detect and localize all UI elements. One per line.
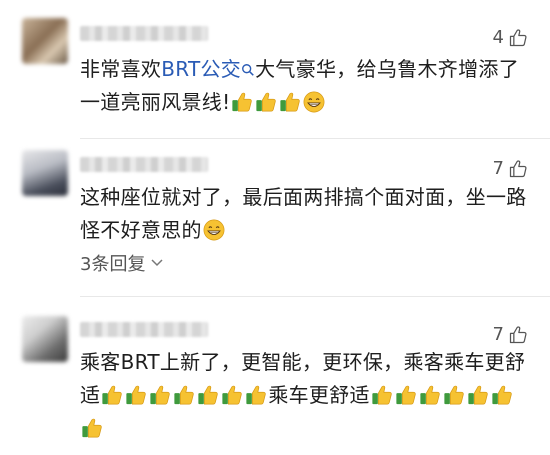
- divider: [80, 296, 550, 297]
- avatar[interactable]: [22, 150, 68, 196]
- thumbs-up-emoji: [125, 384, 147, 406]
- thumbs-up-emoji: [231, 91, 253, 113]
- brt-link[interactable]: BRT公交: [161, 57, 255, 81]
- chevron-down-icon: [151, 259, 163, 267]
- thumbs-up-emoji: [197, 384, 219, 406]
- avatar[interactable]: [22, 18, 68, 64]
- like-button[interactable]: 7: [493, 158, 528, 179]
- grinning-emoji: [203, 219, 225, 241]
- thumbs-up-emoji: [491, 384, 513, 406]
- thumb-outline-icon[interactable]: [508, 325, 528, 345]
- thumbs-up-emoji: [467, 384, 489, 406]
- thumbs-up-emoji: [255, 91, 277, 113]
- username-blurred[interactable]: [80, 322, 208, 337]
- thumbs-up-emoji: [419, 384, 441, 406]
- avatar[interactable]: [22, 316, 68, 362]
- replies-link[interactable]: 3条回复: [80, 250, 163, 276]
- thumbs-up-emoji: [395, 384, 417, 406]
- thumbs-up-emoji: [245, 384, 267, 406]
- thumb-outline-icon[interactable]: [508, 159, 528, 179]
- grinning-emoji: [303, 91, 325, 113]
- thumbs-up-emoji: [371, 384, 393, 406]
- username-blurred[interactable]: [80, 26, 208, 41]
- thumbs-up-emoji: [443, 384, 465, 406]
- thumb-outline-icon[interactable]: [508, 28, 528, 48]
- like-button[interactable]: 4: [493, 27, 528, 48]
- thumbs-up-emoji: [149, 384, 171, 406]
- like-count: 7: [492, 324, 504, 345]
- comment-text: 乘客BRT上新了，更智能，更环保，乘客乘车更舒 适乘车更舒适: [80, 346, 540, 445]
- thumbs-up-emoji: [221, 384, 243, 406]
- divider: [80, 138, 550, 139]
- thumbs-up-emoji: [173, 384, 195, 406]
- like-button[interactable]: 7: [493, 324, 528, 345]
- thumbs-up-emoji: [81, 417, 103, 439]
- like-count: 7: [492, 158, 504, 179]
- thumbs-up-emoji: [101, 384, 123, 406]
- like-count: 4: [492, 27, 504, 48]
- comment-text: 非常喜欢BRT公交 大气豪华，给乌鲁木齐增添了 一道亮丽风景线!: [80, 57, 519, 114]
- thumbs-up-emoji: [279, 91, 301, 113]
- comment-text: 这种座位就对了，最后面两排搞个面对面，坐一路 怪不好意思的: [80, 185, 527, 242]
- search-icon: [242, 64, 254, 76]
- username-blurred[interactable]: [80, 157, 208, 172]
